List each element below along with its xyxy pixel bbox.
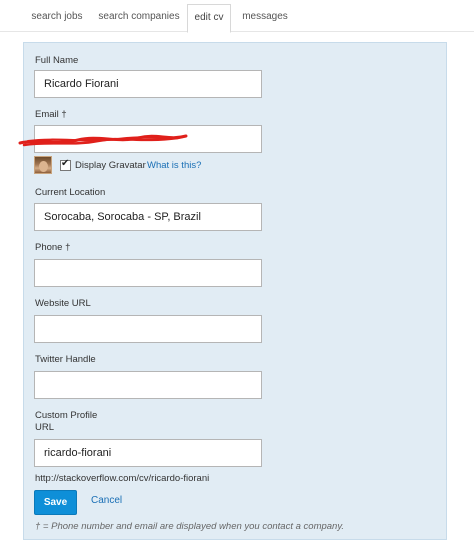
custom-profile-url-label: Custom Profile URL [35, 410, 97, 434]
display-gravatar-checkbox[interactable] [60, 158, 71, 171]
full-name-label: Full Name [35, 55, 79, 66]
tab-search-jobs[interactable]: search jobs [24, 4, 90, 32]
tab-edit-cv[interactable]: edit cv [187, 4, 231, 33]
what-is-this-link[interactable]: What is this? [147, 160, 201, 171]
footnote: † = Phone number and email are displayed… [35, 521, 345, 532]
display-gravatar-label: Display Gravatar [75, 160, 146, 171]
current-location-label: Current Location [35, 187, 106, 198]
avatar [34, 156, 52, 174]
profile-url-preview: http://stackoverflow.com/cv/ricardo-fior… [35, 473, 210, 484]
phone-label: Phone † [35, 242, 71, 253]
twitter-handle-field[interactable] [34, 371, 262, 399]
phone-field[interactable] [34, 259, 262, 287]
cancel-link[interactable]: Cancel [91, 495, 122, 506]
twitter-handle-label: Twitter Handle [35, 354, 96, 365]
save-button[interactable]: Save [34, 490, 77, 515]
email-field[interactable] [34, 125, 262, 153]
current-location-field[interactable] [34, 203, 262, 231]
custom-profile-url-label-line2: URL [35, 422, 55, 433]
custom-profile-url-field[interactable] [34, 439, 262, 467]
website-url-field[interactable] [34, 315, 262, 343]
tab-bar: search jobs search companies edit cv mes… [0, 0, 474, 33]
full-name-field[interactable] [34, 70, 262, 98]
custom-profile-url-label-line1: Custom Profile [35, 410, 98, 421]
tab-messages[interactable]: messages [236, 4, 294, 32]
edit-cv-form: Full Name Email † Display Gravatar What … [18, 42, 447, 540]
tab-search-companies[interactable]: search companies [94, 4, 184, 32]
website-url-label: Website URL [35, 298, 91, 309]
email-label: Email † [35, 109, 67, 120]
